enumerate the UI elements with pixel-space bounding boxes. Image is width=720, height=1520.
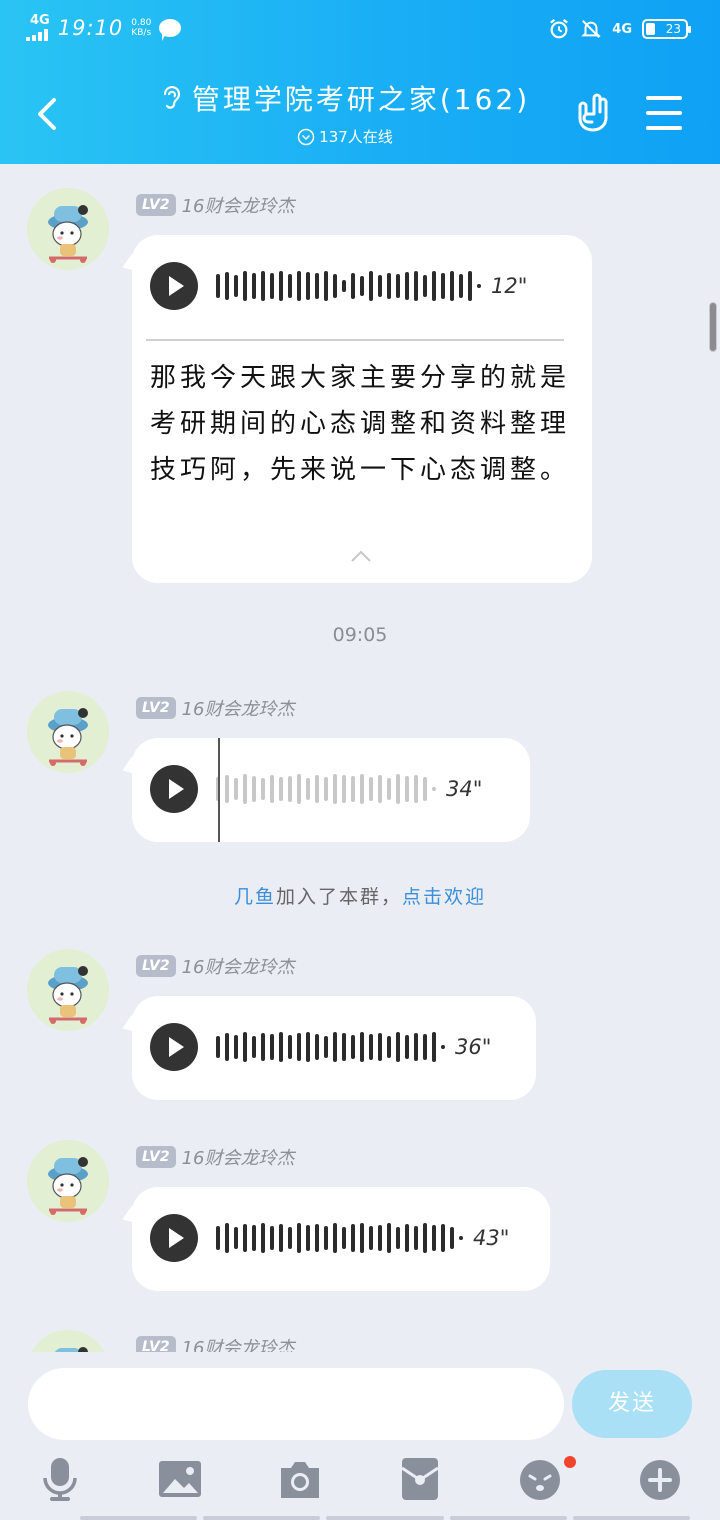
dropdown-circle-icon [297, 128, 315, 145]
avatar-image [27, 949, 109, 1031]
avatar[interactable] [27, 949, 109, 1031]
avatar[interactable] [27, 188, 109, 270]
online-count: 137人在线 [319, 128, 393, 146]
avatar-image [27, 691, 109, 773]
waveform [216, 771, 436, 807]
sender-name[interactable]: 16财会龙玲杰 [182, 1334, 295, 1352]
rock-hand-icon[interactable] [572, 92, 614, 134]
avatar[interactable] [27, 1330, 109, 1352]
voice-duration: 36" [455, 1035, 492, 1059]
scrollbar[interactable] [709, 302, 717, 352]
waveform [216, 1029, 445, 1065]
status-time: 19:10 [57, 15, 124, 40]
play-button[interactable] [150, 1214, 198, 1262]
sender-name[interactable]: 16财会龙玲杰 [182, 953, 295, 979]
network-speed-value: 0.80 [131, 17, 152, 28]
microphone-icon[interactable] [38, 1456, 82, 1502]
network-speed-unit: KB/s [131, 27, 152, 38]
input-bar: 发送 [0, 1352, 720, 1520]
message-input[interactable] [28, 1368, 564, 1440]
network-speed: 0.80 KB/s [131, 18, 151, 38]
chat-timestamp: 09:05 [332, 624, 388, 646]
voice-duration: 34" [446, 777, 483, 801]
avatar[interactable] [27, 691, 109, 773]
chat-header: 4G 19:10 0.80 KB/s 4G 23 管理学院考研之家(162) 1… [0, 0, 720, 164]
waveform [216, 268, 481, 304]
sender-name[interactable]: 16财会龙玲杰 [182, 695, 295, 721]
level-badge: LV2 [136, 1336, 176, 1352]
sender-name[interactable]: 16财会龙玲杰 [182, 1144, 295, 1170]
voice-message-bubble[interactable]: 12" 那我今天跟大家主要分享的就是考研期间的心态调整和资料整理技巧阿，先来说一… [132, 235, 592, 583]
level-badge: LV2 [136, 1146, 176, 1168]
play-button[interactable] [150, 1023, 198, 1071]
level-badge: LV2 [136, 194, 176, 216]
avatar-image [27, 1330, 109, 1352]
alarm-icon [550, 18, 569, 39]
message-notification-icon [159, 18, 182, 41]
voice-message-bubble[interactable]: 43" [132, 1187, 550, 1291]
plus-icon[interactable] [638, 1456, 682, 1502]
sender-name[interactable]: 16财会龙玲杰 [182, 192, 295, 218]
group-title: 管理学院考研之家(162) [191, 83, 531, 116]
group-title-area[interactable]: 管理学院考研之家(162) 137人在线 [145, 78, 545, 147]
voice-duration: 12" [491, 274, 528, 298]
voice-message-bubble[interactable]: 34" [132, 738, 530, 842]
voice-transcript: 那我今天跟大家主要分享的就是考研期间的心态调整和资料整理技巧阿，先来说一下心态调… [150, 363, 571, 485]
input-toolbar [0, 1456, 720, 1506]
collapse-chevron-icon[interactable] [350, 549, 372, 563]
send-button[interactable]: 发送 [572, 1370, 692, 1438]
welcome-link[interactable]: 点击欢迎 [402, 886, 486, 908]
new-member-name[interactable]: 几鱼 [234, 886, 276, 908]
back-arrow-icon[interactable] [28, 94, 68, 134]
waveform [216, 1220, 463, 1256]
emoji-icon[interactable] [518, 1456, 562, 1502]
battery-indicator: 23 [642, 19, 691, 39]
level-badge: LV2 [136, 955, 176, 977]
chat-message-list[interactable]: LV2 16财会龙玲杰 12" 那我今天跟大家主要分享的就是考研期间的心态调整和… [0, 164, 720, 1352]
image-icon[interactable] [158, 1456, 202, 1502]
signal-indicator: 4G [26, 13, 50, 41]
avatar-image [27, 188, 109, 270]
navigation-gesture-bar [80, 1516, 691, 1520]
camera-icon[interactable] [278, 1456, 322, 1502]
transcript-divider [146, 339, 564, 341]
voice-message-bubble[interactable]: 36" [132, 996, 536, 1100]
signal-bars-icon [26, 27, 50, 41]
level-badge: LV2 [136, 697, 176, 719]
mute-bell-icon [581, 20, 602, 38]
status-bar: 4G 19:10 0.80 KB/s 4G 23 [0, 0, 720, 64]
battery-level: 23 [665, 22, 681, 36]
play-button[interactable] [150, 262, 198, 310]
network-type-right: 4G [612, 21, 632, 37]
network-type-left: 4G [30, 13, 50, 28]
menu-icon[interactable] [646, 96, 682, 130]
system-join-notice: 几鱼加入了本群，点击欢迎 [0, 882, 720, 909]
join-notice-text: 加入了本群， [275, 886, 402, 908]
notification-dot [564, 1456, 576, 1468]
avatar[interactable] [27, 1140, 109, 1222]
avatar-image [27, 1140, 109, 1222]
play-button[interactable] [150, 765, 198, 813]
voice-duration: 43" [473, 1226, 510, 1250]
playback-cursor [218, 738, 220, 842]
red-packet-icon[interactable] [398, 1456, 442, 1502]
ear-icon [163, 86, 180, 109]
